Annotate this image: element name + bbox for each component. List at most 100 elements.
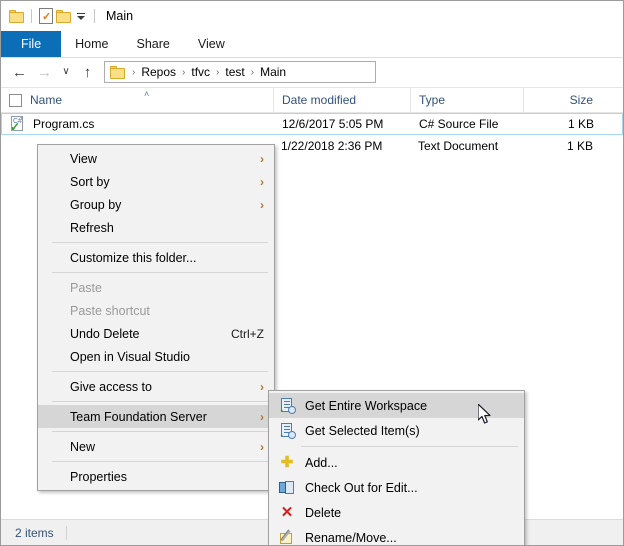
file-type-cell: Text Document	[418, 139, 499, 153]
menu-separator	[52, 461, 268, 462]
address-bar: ← → ∨ ↑ › Repos › tfvc › test › Main	[1, 58, 623, 87]
breadcrumb-separator: ›	[132, 66, 136, 78]
breadcrumb[interactable]: › Repos › tfvc › test › Main	[104, 61, 376, 83]
menu-item-view[interactable]: View ›	[38, 147, 274, 170]
menu-item-label: Sort by	[70, 174, 110, 189]
menu-item-label: Undo Delete	[70, 326, 140, 341]
menu-item-label: View	[70, 151, 97, 166]
breadcrumb-item-test[interactable]: test	[225, 65, 244, 79]
menu-item-group-by[interactable]: Group by ›	[38, 193, 274, 216]
tab-share[interactable]: Share	[123, 31, 184, 57]
menu-item-paste-shortcut: Paste shortcut	[38, 299, 274, 322]
submenu-item-label: Rename/Move...	[305, 530, 397, 545]
add-icon: ✚	[280, 454, 294, 471]
delete-icon: ✕	[280, 504, 294, 521]
up-button[interactable]: ↑	[75, 60, 100, 84]
back-button[interactable]: ←	[7, 60, 32, 84]
breadcrumb-separator: ›	[250, 66, 255, 78]
submenu-item-label: Delete	[305, 505, 342, 520]
menu-item-sort-by[interactable]: Sort by ›	[38, 170, 274, 193]
sort-ascending-icon: ˄	[144, 89, 150, 99]
submenu-separator	[301, 446, 518, 447]
explorer-window: ✓ Main File Home Share View ← → ∨ ↑ › Re…	[0, 0, 624, 546]
status-item-count: 2 items	[15, 525, 54, 540]
menu-item-paste: Paste	[38, 276, 274, 299]
new-folder-icon[interactable]	[55, 7, 73, 25]
submenu-item-label: Get Selected Item(s)	[305, 423, 420, 438]
chevron-right-icon: ›	[260, 174, 264, 189]
table-row[interactable]: C# ✓ Program.cs 12/6/2017 5:05 PM C# Sou…	[1, 113, 623, 135]
ribbon-tabs: File Home Share View	[1, 31, 623, 58]
menu-item-undo-delete[interactable]: Undo Delete Ctrl+Z	[38, 322, 274, 345]
file-name-cell: C# ✓ Program.cs	[2, 116, 274, 132]
recent-locations-button[interactable]: ∨	[57, 60, 75, 84]
menu-separator	[52, 371, 268, 372]
select-all-checkbox[interactable]	[9, 93, 22, 107]
tab-home[interactable]: Home	[61, 31, 122, 57]
menu-separator	[52, 242, 268, 243]
menu-separator	[52, 431, 268, 432]
menu-item-properties[interactable]: Properties	[38, 465, 274, 488]
menu-item-shortcut: Ctrl+Z	[231, 326, 264, 341]
breadcrumb-separator: ›	[216, 66, 220, 78]
submenu-item-label: Check Out for Edit...	[305, 480, 418, 495]
menu-item-label: Refresh	[70, 220, 114, 235]
check-out-for-edit-icon	[278, 479, 296, 497]
chevron-right-icon: ›	[260, 409, 264, 424]
rename-move-icon	[278, 528, 296, 546]
menu-item-label: Group by	[70, 197, 122, 212]
column-header-type-label: Type	[419, 93, 446, 107]
menu-item-open-in-visual-studio[interactable]: Open in Visual Studio	[38, 345, 274, 368]
menu-item-team-foundation-server[interactable]: Team Foundation Server ›	[38, 405, 274, 428]
title-bar: ✓ Main	[1, 1, 623, 31]
file-size-cell: 1 KB	[567, 117, 594, 131]
tab-view[interactable]: View	[184, 31, 239, 57]
submenu-item-add[interactable]: ✚ Add...	[269, 450, 524, 475]
menu-item-refresh[interactable]: Refresh	[38, 216, 274, 239]
status-divider	[65, 525, 67, 540]
chevron-right-icon: ›	[260, 439, 264, 454]
file-date-cell: 1/22/2018 2:36 PM	[281, 139, 383, 153]
menu-item-customize-this-folder[interactable]: Customize this folder...	[38, 246, 274, 269]
submenu-item-check-out-for-edit[interactable]: Check Out for Edit...	[269, 475, 524, 500]
menu-item-new[interactable]: New ›	[38, 435, 274, 458]
folder-icon[interactable]	[8, 7, 26, 25]
submenu-item-delete[interactable]: ✕ Delete	[269, 500, 524, 525]
menu-item-label: Open in Visual Studio	[70, 349, 190, 364]
breadcrumb-separator: ›	[182, 66, 186, 78]
customize-qat-icon[interactable]	[73, 7, 89, 25]
properties-icon[interactable]: ✓	[37, 7, 55, 25]
menu-item-label: Team Foundation Server	[70, 409, 207, 424]
qat-separator-2	[94, 9, 95, 23]
column-header-name[interactable]: Name	[1, 88, 273, 112]
csharp-file-icon: C# ✓	[10, 116, 26, 132]
menu-item-label: Paste	[70, 280, 102, 295]
get-selected-items-icon: ↓	[278, 422, 296, 440]
get-entire-workspace-icon: ↓	[278, 397, 296, 415]
tab-file[interactable]: File	[1, 31, 62, 57]
breadcrumb-item-main[interactable]: Main	[260, 65, 286, 79]
submenu-item-label: Get Entire Workspace	[305, 398, 428, 413]
column-header-size[interactable]: Size	[523, 88, 601, 112]
forward-button[interactable]: →	[32, 60, 57, 84]
submenu-item-get-entire-workspace[interactable]: ↓ Get Entire Workspace	[269, 393, 524, 418]
column-header-date-modified[interactable]: Date modified	[273, 88, 410, 112]
menu-separator	[52, 272, 268, 273]
column-header-size-label: Size	[569, 93, 593, 107]
menu-item-give-access-to[interactable]: Give access to ›	[38, 375, 274, 398]
breadcrumb-item-tfvc[interactable]: tfvc	[191, 65, 210, 79]
breadcrumb-folder-icon	[110, 63, 126, 81]
qat-separator	[31, 9, 32, 23]
menu-item-label: New	[70, 439, 96, 454]
column-header-type[interactable]: Type	[410, 88, 523, 112]
submenu-item-rename-move[interactable]: Rename/Move...	[269, 525, 524, 546]
breadcrumb-item-repos[interactable]: Repos	[141, 65, 176, 79]
menu-item-label: Customize this folder...	[70, 250, 197, 265]
file-type-cell: C# Source File	[419, 117, 499, 131]
window-title: Main	[106, 9, 134, 23]
file-name-label: Program.cs	[33, 117, 95, 131]
column-headers: Name Date modified Type Size ˄	[1, 87, 623, 113]
column-header-name-label: Name	[30, 93, 63, 107]
chevron-right-icon: ›	[260, 379, 264, 394]
submenu-item-get-selected-items[interactable]: ↓ Get Selected Item(s)	[269, 418, 524, 443]
